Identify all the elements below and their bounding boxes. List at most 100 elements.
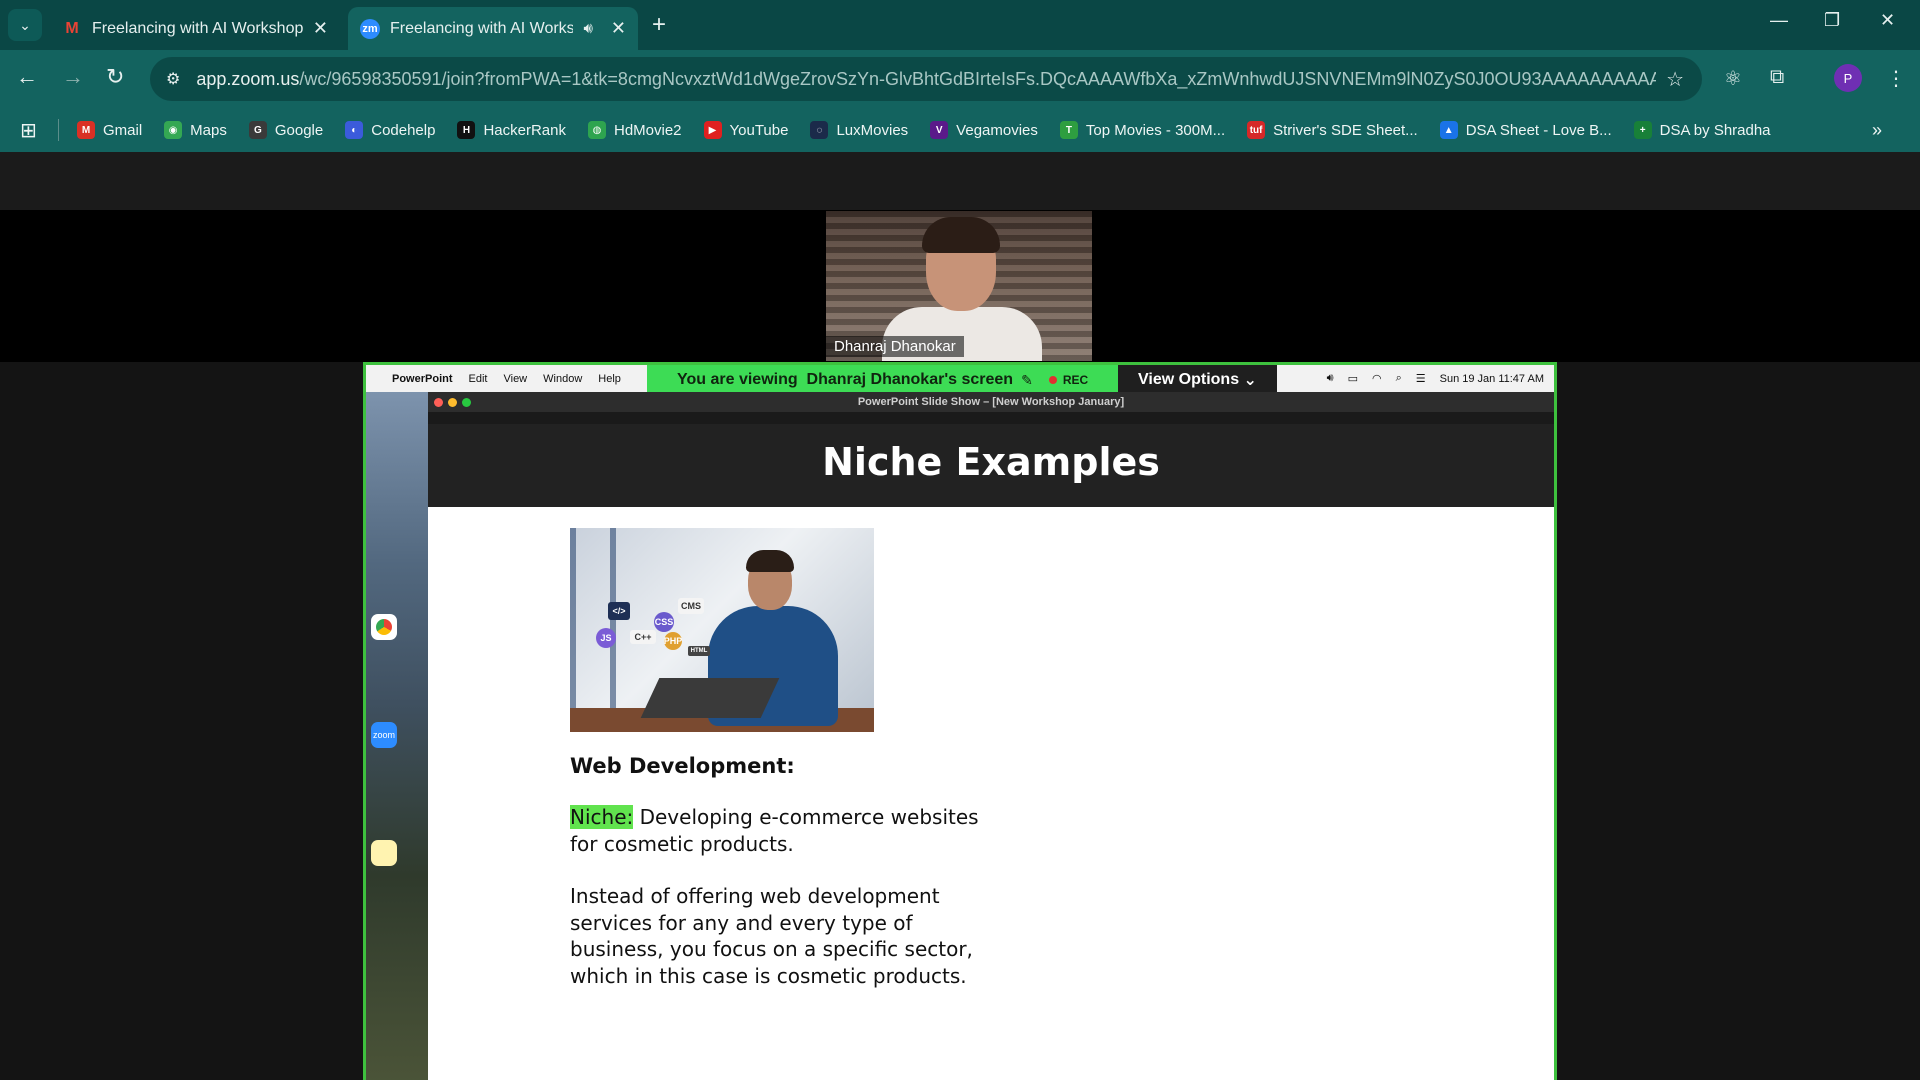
bookmark-item[interactable]: ◉ Maps: [164, 121, 227, 139]
tab-gmail[interactable]: M Freelancing with AI Workshop ( ✕: [50, 7, 340, 50]
desktop-background: zoom: [366, 392, 428, 1080]
close-icon[interactable]: ✕: [313, 18, 328, 39]
bookmark-label: Top Movies - 300M...: [1085, 121, 1226, 139]
bookmark-item[interactable]: ◍ HdMovie2: [587, 121, 682, 139]
back-icon[interactable]: ←: [16, 64, 38, 90]
bookmark-item[interactable]: ▶ YouTube: [703, 121, 789, 139]
battery-icon: ▭: [1347, 373, 1358, 385]
tab-strip: ⌄ M Freelancing with AI Workshop ( ✕ zm …: [0, 0, 1920, 50]
bookmark-item[interactable]: ◌ LuxMovies: [810, 121, 908, 139]
menu-icon[interactable]: ⋮: [1886, 66, 1906, 91]
bookmark-item[interactable]: tuf Striver's SDE Sheet...: [1247, 121, 1418, 139]
bookmark-item[interactable]: H HackerRank: [457, 121, 566, 139]
bookmark-label: HackerRank: [483, 121, 566, 139]
bookmark-favicon-icon: T: [1059, 121, 1078, 139]
video-person-hair: [922, 217, 1000, 253]
html-chip: HTML: [688, 646, 710, 656]
control-center-icon: ☰: [1415, 373, 1426, 385]
chevron-down-icon: ⌄: [1243, 372, 1257, 389]
bookmark-label: DSA Sheet - Love B...: [1465, 121, 1612, 139]
bookmark-favicon-icon: ◍: [587, 121, 606, 139]
bookmark-favicon-icon: +: [1633, 121, 1652, 139]
chrome-icon: [371, 614, 397, 640]
slide-body-text: Instead of offering web development serv…: [570, 884, 973, 988]
bookmark-list: M Gmail ◉ Maps G Google ◐ Codehelp H HackerRank ◍ H…: [77, 121, 1793, 139]
bookmark-favicon-icon: ◐: [345, 121, 364, 139]
bookmark-label: YouTube: [729, 121, 789, 139]
profile-avatar[interactable]: P: [1834, 64, 1862, 92]
image-laptop: [640, 678, 780, 718]
speaker-icon[interactable]: 🔊︎: [583, 20, 592, 37]
more-bookmarks-icon[interactable]: »: [1872, 120, 1882, 141]
tab-title: Freelancing with AI Worksh: [390, 19, 574, 37]
minimize-icon[interactable]: —: [1770, 10, 1788, 31]
mac-menu-view: View: [503, 372, 528, 385]
wifi-icon: ◠: [1371, 373, 1382, 385]
bookmark-item[interactable]: M Gmail: [77, 121, 142, 139]
new-tab-button[interactable]: +: [652, 11, 666, 39]
url-text: app.zoom.us/wc/96598350591/join?fromPWA=…: [196, 68, 1657, 89]
window-minimize-icon[interactable]: [448, 398, 457, 407]
bookmark-label: Gmail: [103, 121, 143, 139]
close-window-icon[interactable]: ✕: [1880, 10, 1895, 31]
slide-body: Web Development: Niche: Developing e-com…: [570, 754, 990, 1015]
close-icon[interactable]: ✕: [611, 18, 626, 39]
viewing-name: Dhanraj Dhanokar's screen: [806, 371, 1014, 388]
zoom-icon: zm: [360, 18, 380, 39]
tab-title: Freelancing with AI Workshop (: [92, 19, 305, 37]
bookmark-item[interactable]: T Top Movies - 300M...: [1059, 121, 1226, 139]
react-devtools-icon[interactable]: ⚛: [1724, 66, 1742, 91]
bookmark-favicon-icon: G: [248, 121, 267, 139]
browser-toolbar: ← → ↻ ⚙ app.zoom.us/wc/96598350591/join?…: [0, 50, 1920, 108]
bookmark-label: DSA by Shradha: [1659, 121, 1771, 139]
bookmark-item[interactable]: G Google: [248, 121, 323, 139]
php-chip: PHP: [664, 632, 682, 650]
mac-status-area: 🔊︎ ▭ ◠ ⌕ ☰ Sun 19 Jan 11:47 AM: [1313, 365, 1544, 392]
zoom-app-icon: zoom: [371, 722, 397, 748]
mac-menu-app: PowerPoint: [392, 372, 453, 385]
viewing-banner: You are viewing Dhanraj Dhanokar's scree…: [647, 365, 1118, 395]
participant-name: Dhanraj Dhanokar: [826, 336, 964, 357]
window-close-icon[interactable]: [434, 398, 443, 407]
bookmarks-bar: ⊞ M Gmail ◉ Maps G Google ◐ Codehelp H HackerRank…: [0, 108, 1920, 152]
chevron-down-icon: ⌄: [19, 16, 31, 33]
bookmark-label: LuxMovies: [836, 121, 909, 139]
slide-image: </> CMS CSS JS C++ PHP HTML: [570, 528, 874, 732]
participant-video[interactable]: Dhanraj Dhanokar: [826, 211, 1092, 361]
site-info-icon[interactable]: ⚙: [166, 69, 180, 89]
code-chip: </>: [608, 602, 630, 620]
view-options-label: View Options: [1138, 371, 1240, 388]
notes-icon: [371, 840, 397, 866]
address-bar[interactable]: ⚙ app.zoom.us/wc/96598350591/join?fromPW…: [150, 57, 1702, 101]
reload-icon[interactable]: ↻: [106, 64, 124, 90]
ppt-window-title: PowerPoint Slide Show – [New Workshop Ja…: [428, 392, 1554, 412]
window-zoom-icon[interactable]: [462, 398, 471, 407]
view-options-button[interactable]: View Options ⌄: [1118, 365, 1277, 395]
mac-menu-edit: Edit: [468, 372, 488, 385]
cms-chip: CMS: [678, 598, 704, 614]
bookmark-item[interactable]: ◐ Codehelp: [345, 121, 435, 139]
tab-zoom[interactable]: zm Freelancing with AI Worksh 🔊︎ ✕: [348, 7, 638, 50]
volume-icon: 🔊︎: [1326, 372, 1334, 384]
zoom-header-area: [0, 152, 1920, 210]
bookmark-item[interactable]: ▲ DSA Sheet - Love B...: [1439, 121, 1612, 139]
forward-icon[interactable]: →: [62, 64, 84, 90]
bookmark-item[interactable]: + DSA by Shradha: [1633, 121, 1771, 139]
shared-screen[interactable]: PowerPoint Edit View Window Help 🔊︎ ▭ ◠ …: [363, 362, 1557, 1080]
bookmark-star-icon[interactable]: ☆: [1666, 67, 1684, 92]
css-chip: CSS: [654, 612, 674, 632]
image-person-hair: [746, 550, 794, 572]
bookmark-favicon-icon: ▲: [1439, 121, 1458, 139]
bookmark-favicon-icon: ◉: [164, 121, 183, 139]
slide-subheading: Web Development:: [570, 754, 795, 778]
rec-dot-icon: [1048, 376, 1057, 384]
mic-muted-icon: ✎: [1021, 371, 1033, 388]
bookmark-item[interactable]: V Vegamovies: [930, 121, 1038, 139]
apps-grid-icon[interactable]: ⊞: [20, 118, 44, 143]
extensions-icon[interactable]: ⧉: [1770, 66, 1784, 89]
viewing-prefix: You are viewing: [677, 371, 798, 388]
search-icon: ⌕: [1395, 372, 1402, 384]
restore-icon[interactable]: ❐: [1824, 10, 1840, 31]
tab-search-button[interactable]: ⌄: [8, 9, 42, 41]
niche-label: Niche:: [570, 805, 634, 829]
